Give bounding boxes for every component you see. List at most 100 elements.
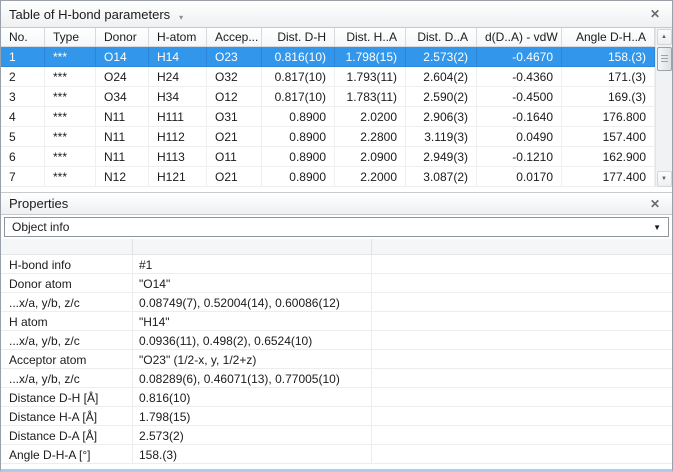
table-cell: O34 — [96, 87, 149, 107]
table-cell: 2.949(3) — [406, 147, 477, 167]
property-extra-cell — [372, 388, 672, 406]
property-row[interactable]: Angle D-H-A [°]158.(3) — [1, 445, 672, 464]
property-name: ...x/a, y/b, z/c — [1, 369, 133, 387]
property-row[interactable]: ...x/a, y/b, z/c0.08289(6), 0.46071(13),… — [1, 369, 672, 388]
table-cell: N11 — [96, 147, 149, 167]
property-grid-header-extra — [372, 239, 672, 254]
property-grid-header-name — [1, 239, 133, 254]
property-name: Distance D-H [Å] — [1, 388, 133, 406]
table-cell: H113 — [149, 147, 207, 167]
hbond-table: No.TypeDonorH-atomAccep...Dist. D-HDist.… — [1, 28, 672, 187]
column-header-d-vdw[interactable]: d(D..A) - vdW — [477, 28, 562, 47]
table-cell: N11 — [96, 107, 149, 127]
column-header-h-atom[interactable]: H-atom — [149, 28, 207, 47]
table-cell: *** — [45, 167, 96, 187]
property-name: Acceptor atom — [1, 350, 133, 368]
property-row[interactable]: Acceptor atom"O23" (1/2-x, y, 1/2+z) — [1, 350, 672, 369]
object-info-dropdown[interactable]: Object info ▼ — [4, 217, 669, 237]
property-name: Distance H-A [Å] — [1, 407, 133, 425]
table-cell: O14 — [96, 47, 149, 67]
property-row[interactable]: H-bond info#1 — [1, 255, 672, 274]
table-cell: H111 — [149, 107, 207, 127]
property-row[interactable]: Donor atom"O14" — [1, 274, 672, 293]
column-header-dist-h-a[interactable]: Dist. H..A — [335, 28, 406, 47]
table-cell: 0.817(10) — [262, 67, 335, 87]
table-cell: O24 — [96, 67, 149, 87]
column-header-type[interactable]: Type — [45, 28, 96, 47]
property-value: 0.08749(7), 0.52004(14), 0.60086(12) — [133, 293, 372, 311]
table-cell: 171.(3) — [562, 67, 655, 87]
scrollbar-thumb[interactable] — [657, 47, 672, 71]
property-row[interactable]: H atom"H14" — [1, 312, 672, 331]
property-extra-cell — [372, 312, 672, 330]
table-cell: 2.0200 — [335, 107, 406, 127]
scroll-up-icon[interactable]: ▲ — [657, 29, 672, 45]
table-row[interactable]: 7***N12H121O210.89002.20003.087(2)0.0170… — [1, 167, 655, 187]
table-cell: 3.087(2) — [406, 167, 477, 187]
hbond-grid: No.TypeDonorH-atomAccep...Dist. D-HDist.… — [1, 28, 655, 187]
property-row[interactable]: Distance D-H [Å]0.816(10) — [1, 388, 672, 407]
table-cell: 0.817(10) — [262, 87, 335, 107]
table-panel-close-icon[interactable]: ✕ — [646, 8, 664, 20]
table-cell: 2.906(3) — [406, 107, 477, 127]
column-header-dist-d-a[interactable]: Dist. D..A — [406, 28, 477, 47]
table-cell: 4 — [1, 107, 45, 127]
table-cell: O31 — [207, 107, 262, 127]
property-row[interactable]: ...x/a, y/b, z/c0.08749(7), 0.52004(14),… — [1, 293, 672, 312]
column-header-donor[interactable]: Donor — [96, 28, 149, 47]
property-extra-cell — [372, 274, 672, 292]
table-cell: N12 — [96, 167, 149, 187]
property-value: "H14" — [133, 312, 372, 330]
table-cell: 1.798(15) — [335, 47, 406, 67]
table-header-row: No.TypeDonorH-atomAccep...Dist. D-HDist.… — [1, 28, 655, 47]
table-row[interactable]: 5***N11H112O210.89002.28003.119(3)0.0490… — [1, 127, 655, 147]
table-cell: 2.2000 — [335, 167, 406, 187]
table-row[interactable]: 2***O24H24O320.817(10)1.793(11)2.604(2)-… — [1, 67, 655, 87]
table-cell: *** — [45, 47, 96, 67]
table-body: 1***O14H14O230.816(10)1.798(15)2.573(2)-… — [1, 47, 655, 187]
table-cell: *** — [45, 147, 96, 167]
table-cell: 6 — [1, 147, 45, 167]
table-cell: *** — [45, 67, 96, 87]
table-cell: O21 — [207, 127, 262, 147]
property-value: "O14" — [133, 274, 372, 292]
table-cell: *** — [45, 127, 96, 147]
scroll-down-icon[interactable]: ▼ — [657, 171, 672, 187]
property-extra-cell — [372, 350, 672, 368]
property-value: 158.(3) — [133, 445, 372, 463]
property-value: #1 — [133, 255, 372, 273]
property-row[interactable]: Distance D-A [Å]2.573(2) — [1, 426, 672, 445]
table-cell: 0.816(10) — [262, 47, 335, 67]
table-panel-title: Table of H-bond parameters — [9, 7, 170, 22]
table-cell: O23 — [207, 47, 262, 67]
table-cell: 158.(3) — [562, 47, 655, 67]
property-extra-cell — [372, 255, 672, 273]
table-cell: 5 — [1, 127, 45, 147]
property-value: 0.0936(11), 0.498(2), 0.6524(10) — [133, 331, 372, 349]
column-header-dist-d-h[interactable]: Dist. D-H — [262, 28, 335, 47]
table-cell: 2.0900 — [335, 147, 406, 167]
property-name: Angle D-H-A [°] — [1, 445, 133, 463]
property-value: 1.798(15) — [133, 407, 372, 425]
table-row[interactable]: 1***O14H14O230.816(10)1.798(15)2.573(2)-… — [1, 47, 655, 67]
table-cell: 157.400 — [562, 127, 655, 147]
property-extra-cell — [372, 293, 672, 311]
column-header-no[interactable]: No. — [1, 28, 45, 47]
vertical-scrollbar[interactable]: ▲ ▼ — [655, 28, 672, 187]
table-cell: 0.8900 — [262, 127, 335, 147]
table-cell: -0.4670 — [477, 47, 562, 67]
column-header-angle-dha[interactable]: Angle D-H..A — [562, 28, 655, 47]
table-cell: 0.8900 — [262, 147, 335, 167]
column-header-acceptor[interactable]: Accep... — [207, 28, 262, 47]
property-row[interactable]: ...x/a, y/b, z/c0.0936(11), 0.498(2), 0.… — [1, 331, 672, 350]
table-cell: H14 — [149, 47, 207, 67]
table-row[interactable]: 6***N11H113O110.89002.09002.949(3)-0.121… — [1, 147, 655, 167]
table-row[interactable]: 3***O34H34O120.817(10)1.783(11)2.590(2)-… — [1, 87, 655, 107]
property-row[interactable]: Distance H-A [Å]1.798(15) — [1, 407, 672, 426]
properties-panel-close-icon[interactable]: ✕ — [646, 198, 664, 210]
table-row[interactable]: 4***N11H111O310.89002.02002.906(3)-0.164… — [1, 107, 655, 127]
panel-menu-chevron-icon[interactable]: ▾ — [179, 13, 183, 22]
table-cell: 0.0490 — [477, 127, 562, 147]
properties-selector-row: Object info ▼ — [1, 215, 672, 239]
table-cell: 3 — [1, 87, 45, 107]
